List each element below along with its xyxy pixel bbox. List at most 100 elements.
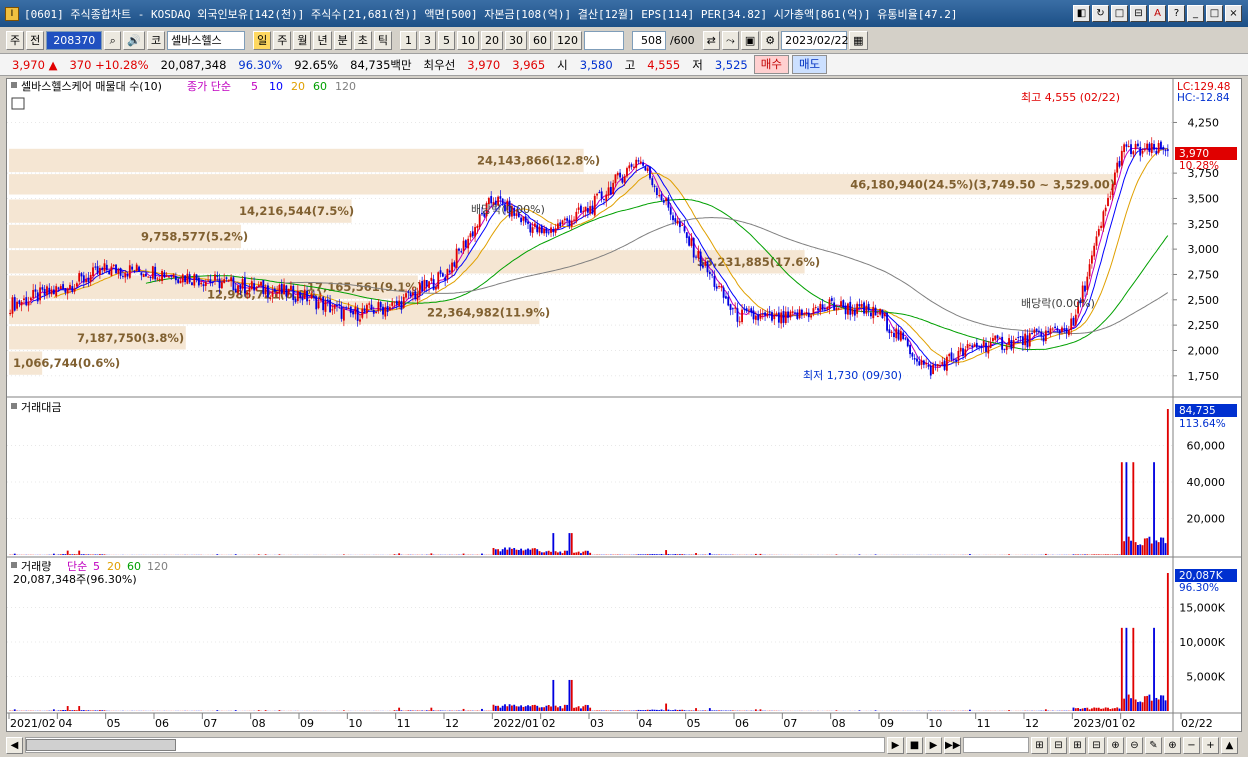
arrow-icon[interactable]: ⇄ (702, 31, 720, 50)
amount-legend[interactable]: 거래대금 (21, 401, 61, 414)
amount-bar (545, 551, 548, 555)
price-legend-title[interactable]: 셀바스헬스케어 매물대 수(10) (21, 80, 162, 93)
buy-button[interactable]: 매수 (753, 55, 789, 74)
search-icon[interactable]: ⌕ (104, 31, 122, 50)
candle-body (1153, 144, 1155, 150)
candle-body (807, 312, 810, 318)
candle-body (876, 315, 879, 317)
interval-30[interactable]: 30 (504, 31, 527, 50)
period-year[interactable]: 년 (313, 31, 332, 50)
shrink-icon[interactable]: ⊖ (1126, 736, 1143, 754)
amount-bar (550, 551, 552, 555)
date-input[interactable]: 2023/02/22 (781, 31, 849, 50)
grid-plus-icon[interactable]: ⊞ (1069, 736, 1086, 754)
table-icon[interactable] (11, 97, 25, 110)
expand-icon[interactable]: ⊕ (1107, 736, 1124, 754)
play-icon[interactable]: ▶ (925, 736, 942, 754)
candle-body (416, 293, 419, 301)
candle-body (598, 191, 601, 194)
candle-body (326, 299, 329, 302)
vma5-label: 5 (93, 560, 100, 573)
minimize-button[interactable]: _ (1187, 5, 1204, 22)
volume-bar (75, 710, 78, 711)
candle-body (1127, 145, 1130, 147)
prev-button[interactable]: 전 (26, 31, 45, 50)
volume-bar (1081, 708, 1084, 711)
volume-bar (1084, 707, 1086, 711)
window-icon[interactable]: □ (1111, 5, 1128, 22)
candle-body (64, 288, 67, 293)
stock-name-field[interactable]: 셀바스헬스 (167, 31, 246, 50)
volume-bar (57, 710, 60, 711)
zoom-in-icon[interactable]: ⊞ (1031, 736, 1048, 754)
magnify-icon[interactable]: ⊕ (1164, 736, 1181, 754)
volume-bar (515, 706, 518, 711)
chart-area[interactable]: 46,180,940(24.5%)(3,749.50 ~ 3,529.00) 33… (6, 78, 1242, 732)
candle-body (653, 185, 656, 187)
interval-custom-input[interactable] (583, 31, 624, 50)
count-input[interactable]: 508 (631, 31, 666, 50)
period-day[interactable]: 일 (253, 31, 272, 50)
amount-bar (481, 553, 483, 555)
period-month[interactable]: 월 (293, 31, 312, 50)
grid-minus-icon[interactable]: ⊟ (1088, 736, 1105, 754)
amount-bar (1104, 554, 1107, 555)
interval-5[interactable]: 5 (437, 31, 455, 50)
graph-icon[interactable]: ⤳ (721, 31, 739, 50)
maximize-button[interactable]: □ (1206, 5, 1223, 22)
amount-bar (552, 533, 555, 555)
interval-10[interactable]: 10 (456, 31, 479, 50)
help-icon[interactable]: ? (1168, 5, 1185, 22)
period-second[interactable]: 초 (353, 31, 372, 50)
scroll-left-button[interactable]: ◀ (6, 736, 23, 754)
minus-icon[interactable]: − (1183, 736, 1200, 754)
zoom-out-icon[interactable]: ⊟ (1050, 736, 1067, 754)
scroll-right-button[interactable]: ▶ (887, 736, 904, 754)
candle-body (658, 195, 661, 197)
candle-body (96, 266, 99, 274)
plus-icon[interactable]: + (1202, 736, 1219, 754)
volume-legend[interactable]: 거래량 (21, 560, 51, 573)
settings-icon[interactable]: ⚙ (761, 31, 780, 50)
up-icon[interactable]: ▲ (1221, 736, 1238, 754)
interval-120[interactable]: 120 (552, 31, 582, 50)
price-legend-ma[interactable]: 종가 단순 (187, 80, 231, 93)
candle-body (867, 303, 870, 311)
amount-bar (570, 533, 573, 555)
interval-60[interactable]: 60 (528, 31, 551, 50)
sell-button[interactable]: 매도 (791, 55, 828, 74)
calendar-icon[interactable]: ▦ (849, 31, 868, 50)
fast-forward-icon[interactable]: ▶▶ (944, 736, 961, 754)
amount-bar (82, 554, 85, 555)
speaker-icon[interactable]: 🔊 (123, 31, 145, 50)
save-icon[interactable]: ▣ (740, 31, 760, 50)
stop-icon[interactable]: ■ (906, 736, 923, 754)
period-select[interactable]: 주 (6, 31, 25, 50)
interval-3[interactable]: 3 (418, 31, 436, 50)
interval-20[interactable]: 20 (480, 31, 503, 50)
close-button[interactable]: × (1225, 5, 1242, 22)
interval-1[interactable]: 1 (399, 31, 417, 50)
candle-body (188, 274, 191, 283)
volume-bar (568, 679, 571, 711)
period-week[interactable]: 주 (273, 31, 292, 50)
volume-profile-label: 46,180,940(24.5%)(3,749.50 ~ 3,529.00) (850, 177, 1115, 191)
volume-bar (575, 707, 578, 711)
zoom-slider[interactable] (963, 737, 1029, 753)
horizontal-scrollbar[interactable] (25, 737, 885, 753)
scrollbar-thumb[interactable] (26, 739, 176, 751)
split-icon[interactable]: ⊟ (1130, 5, 1147, 22)
link-icon[interactable]: ◧ (1073, 5, 1090, 22)
refresh-icon[interactable]: ↻ (1092, 5, 1109, 22)
candle-body (75, 283, 78, 287)
period-minute[interactable]: 분 (333, 31, 352, 50)
period-tick[interactable]: 틱 (373, 31, 392, 50)
amount-bar (559, 551, 562, 555)
candle-body (250, 281, 253, 290)
volume-bar (85, 710, 88, 711)
draw-icon[interactable]: ✎ (1145, 736, 1162, 754)
volume-bar (234, 710, 237, 711)
stock-code-input[interactable]: 208370 (46, 31, 103, 50)
font-icon[interactable]: A (1149, 5, 1166, 22)
chart-svg[interactable]: 46,180,940(24.5%)(3,749.50 ~ 3,529.00) 33… (7, 79, 1241, 731)
